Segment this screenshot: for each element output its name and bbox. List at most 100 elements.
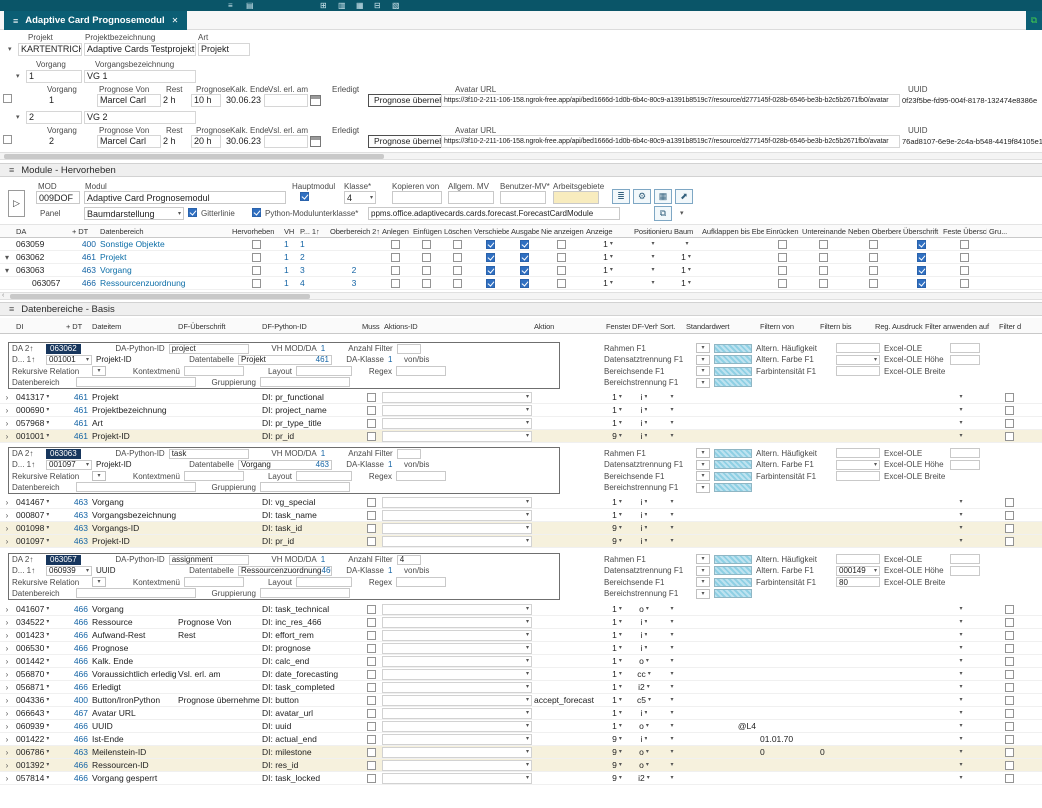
filter-deak-checkbox[interactable] xyxy=(1005,722,1014,731)
python-modulunterklasse-checkbox[interactable] xyxy=(252,208,261,217)
horizontal-scrollbar-2[interactable]: ‹ xyxy=(0,292,1042,300)
layout-field[interactable] xyxy=(296,366,352,376)
aktions-id-field[interactable]: ▾ xyxy=(382,682,532,693)
sort-select[interactable]: ▾ xyxy=(668,697,673,703)
fenster-select[interactable]: 1▾ xyxy=(612,630,622,640)
df-verh-select[interactable]: i▾ xyxy=(641,536,648,546)
copy-icon[interactable]: ⧉ xyxy=(654,206,672,221)
di-select[interactable]: 056871▾ xyxy=(16,682,49,692)
filter-deak-checkbox[interactable] xyxy=(1005,511,1014,520)
datenbereich-link[interactable]: Projekt xyxy=(98,252,230,262)
nie-anzeigen-checkbox[interactable] xyxy=(557,240,566,249)
fenster-select[interactable]: 1▾ xyxy=(612,510,622,520)
filter-deak-checkbox[interactable] xyxy=(1005,670,1014,679)
filter-anwenden-select[interactable]: ▾ xyxy=(957,697,962,703)
kopieren-von-field[interactable] xyxy=(392,191,442,204)
row-expander[interactable]: › xyxy=(0,511,14,520)
di-select[interactable]: 001423▾ xyxy=(16,630,49,640)
modul-field[interactable]: Adaptive Card Prognosemodul xyxy=(84,191,286,204)
altern-haeufigkeit-field[interactable] xyxy=(836,343,880,353)
dateitem-select[interactable]: 001097▾ xyxy=(46,460,92,470)
row-expander[interactable]: › xyxy=(0,761,14,770)
di-select[interactable]: 006786▾ xyxy=(16,747,49,757)
print-icon[interactable]: ▦ xyxy=(654,189,672,204)
filter-anwenden-select[interactable]: ▾ xyxy=(957,499,962,505)
muss-checkbox[interactable] xyxy=(367,419,376,428)
filter-anwenden-select[interactable]: ▾ xyxy=(957,420,962,426)
datenbereich-link[interactable]: Vorgang xyxy=(98,265,230,275)
da-id[interactable]: 063063 xyxy=(46,449,81,459)
rekursive-relation-select[interactable]: ▾ xyxy=(92,366,106,376)
baum-select[interactable]: ▾ xyxy=(683,241,688,247)
mod-field[interactable]: 009DOF xyxy=(36,191,80,204)
filter-deak-checkbox[interactable] xyxy=(1005,393,1014,402)
fenster-select[interactable]: 1▾ xyxy=(612,405,622,415)
muss-checkbox[interactable] xyxy=(367,761,376,770)
altern-farbe-select[interactable]: ▾ xyxy=(836,460,880,470)
excel-ole-field[interactable] xyxy=(950,554,980,564)
rahmen-select[interactable]: ▾ xyxy=(696,448,710,458)
datensatztrennung-color-field[interactable] xyxy=(714,566,752,575)
di-select[interactable]: 004336▾ xyxy=(16,695,49,705)
task-id-field[interactable]: 2 xyxy=(26,111,82,124)
grid-icon[interactable]: ⊟ xyxy=(374,1,381,10)
aktions-id-field[interactable]: ▾ xyxy=(382,523,532,534)
di-select[interactable]: 034522▾ xyxy=(16,617,49,627)
row-expander[interactable]: › xyxy=(0,432,14,441)
filter-deak-checkbox[interactable] xyxy=(1005,657,1014,666)
filter-anwenden-select[interactable]: ▾ xyxy=(957,407,962,413)
bereichsende-select[interactable]: ▾ xyxy=(696,366,710,376)
muss-checkbox[interactable] xyxy=(367,537,376,546)
df-verh-select[interactable]: i▾ xyxy=(641,392,648,402)
row-expander[interactable]: › xyxy=(0,419,14,428)
row-expander[interactable]: › xyxy=(0,696,14,705)
filter-anwenden-select[interactable]: ▾ xyxy=(957,684,962,690)
filter-anwenden-select[interactable]: ▾ xyxy=(957,710,962,716)
aktions-id-field[interactable]: ▾ xyxy=(382,760,532,771)
rekursive-relation-select[interactable]: ▾ xyxy=(92,471,106,481)
row-expander[interactable]: › xyxy=(0,735,14,744)
altern-haeufigkeit-field[interactable] xyxy=(836,554,880,564)
sort-select[interactable]: ▾ xyxy=(668,512,673,518)
layout-icon[interactable]: ⊞ xyxy=(320,1,327,10)
datentabelle-field[interactable]: Vorgang463 xyxy=(238,460,332,470)
filter-anwenden-select[interactable]: ▾ xyxy=(957,658,962,664)
arbeitsgebiete-field[interactable] xyxy=(553,191,599,204)
di-select[interactable]: 006530▾ xyxy=(16,643,49,653)
filter-deak-checkbox[interactable] xyxy=(1005,696,1014,705)
open-window-button[interactable]: ⧉ xyxy=(1026,11,1042,30)
anzahl-filter-field[interactable]: 4 xyxy=(397,555,421,565)
ueberschrift-checkbox[interactable] xyxy=(917,253,926,262)
menu-icon[interactable]: ≡ xyxy=(228,1,233,10)
project-bezeichnung-field[interactable]: Adaptive Cards Testprojekt xyxy=(84,43,196,56)
kontextmenu-field[interactable] xyxy=(184,366,244,376)
aktions-id-field[interactable]: ▾ xyxy=(382,617,532,628)
feste-ueberschrift-checkbox[interactable] xyxy=(960,253,969,262)
chart-icon[interactable]: ▧ xyxy=(392,1,400,10)
filter-deak-checkbox[interactable] xyxy=(1005,605,1014,614)
anzeige-select[interactable]: 1▾ xyxy=(603,265,613,275)
table-icon[interactable]: ▦ xyxy=(356,1,364,10)
sort-select[interactable]: ▾ xyxy=(668,671,673,677)
neben-oberbereich-checkbox[interactable] xyxy=(869,240,878,249)
datensatztrennung-color-field[interactable] xyxy=(714,355,752,364)
anzahl-filter-field[interactable] xyxy=(397,449,421,459)
tab-adaptive-card-prognosemodul[interactable]: ≡ Adaptive Card Prognosemodul ✕ xyxy=(4,11,187,30)
expander-icon[interactable]: ▾ xyxy=(16,72,20,80)
ueberschrift-checkbox[interactable] xyxy=(917,279,926,288)
aktions-id-field[interactable]: ▾ xyxy=(382,510,532,521)
untereinander-checkbox[interactable] xyxy=(819,240,828,249)
row-expander[interactable]: › xyxy=(0,670,14,679)
aktions-id-field[interactable]: ▾ xyxy=(382,604,532,615)
da-python-id-field[interactable]: assignment xyxy=(169,555,249,565)
expander-icon[interactable]: ▾ xyxy=(8,45,12,53)
gruppierung-field[interactable] xyxy=(260,482,350,492)
df-verh-select[interactable]: o▾ xyxy=(639,760,649,770)
df-verh-select[interactable]: cc▾ xyxy=(637,669,651,679)
filter-deak-checkbox[interactable] xyxy=(1005,537,1014,546)
anlegen-checkbox[interactable] xyxy=(391,266,400,275)
neben-oberbereich-checkbox[interactable] xyxy=(869,253,878,262)
df-verh-select[interactable]: i▾ xyxy=(641,497,648,507)
anlegen-checkbox[interactable] xyxy=(391,253,400,262)
muss-checkbox[interactable] xyxy=(367,735,376,744)
